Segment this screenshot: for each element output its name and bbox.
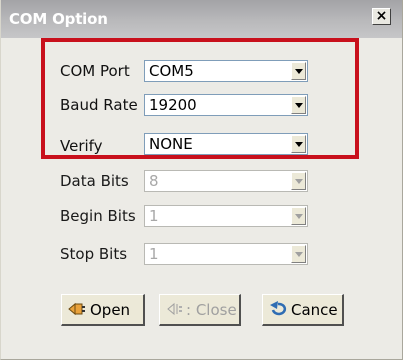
com-option-dialog: COM Option × COM Port COM5 Baud Rate 192… (0, 0, 403, 360)
begin-bits-value: 1 (149, 207, 159, 225)
stop-bits-select[interactable]: 1 (144, 243, 308, 265)
begin-bits-select[interactable]: 1 (144, 205, 308, 227)
com-port-select[interactable]: COM5 (144, 60, 308, 82)
chevron-down-icon (291, 245, 306, 263)
com-port-label: COM Port (60, 62, 130, 80)
baud-rate-value: 19200 (149, 96, 197, 114)
data-bits-value: 8 (149, 172, 159, 190)
stop-bits-label: Stop Bits (60, 245, 128, 263)
cancel-button[interactable]: Cance (262, 294, 344, 326)
stop-bits-value: 1 (149, 245, 159, 263)
verify-value: NONE (149, 135, 193, 153)
chevron-down-icon[interactable] (291, 135, 306, 153)
close-button[interactable]: : Close (159, 294, 241, 326)
open-button[interactable]: Open (61, 294, 145, 326)
data-bits-select[interactable]: 8 (144, 170, 308, 192)
chevron-down-icon[interactable] (291, 96, 306, 114)
plug-icon (68, 301, 86, 317)
close-window-button[interactable]: × (372, 8, 391, 25)
chevron-down-icon[interactable] (291, 62, 306, 80)
title-bar[interactable]: COM Option × (1, 0, 402, 38)
baud-rate-label: Baud Rate (60, 96, 138, 114)
close-button-label: : Close (186, 301, 237, 319)
chevron-down-icon (291, 172, 306, 190)
verify-select[interactable]: NONE (144, 133, 308, 155)
open-button-label: Open (90, 301, 131, 319)
verify-label: Verify (60, 137, 103, 155)
chevron-down-icon (291, 207, 306, 225)
undo-icon (269, 301, 287, 317)
unplug-icon (166, 301, 184, 317)
cancel-button-label: Cance (291, 301, 338, 319)
data-bits-label: Data Bits (60, 172, 129, 190)
close-label-text: Close (195, 301, 237, 319)
baud-rate-select[interactable]: 19200 (144, 94, 308, 116)
begin-bits-label: Begin Bits (60, 207, 136, 225)
dialog-title: COM Option (9, 10, 108, 28)
com-port-value: COM5 (149, 62, 194, 80)
